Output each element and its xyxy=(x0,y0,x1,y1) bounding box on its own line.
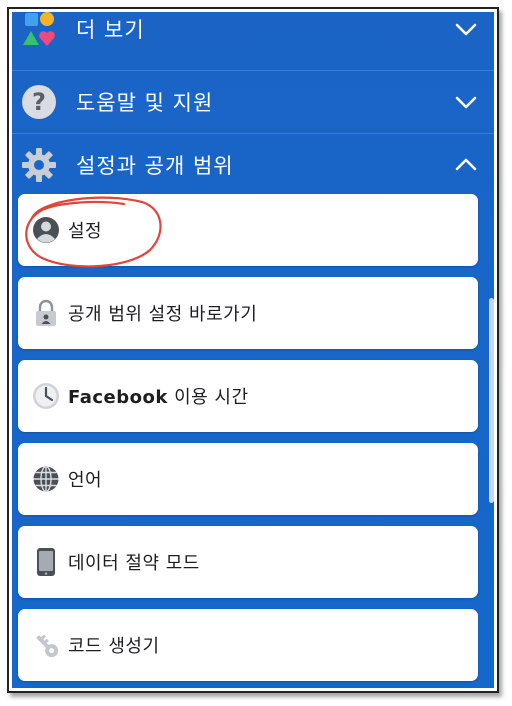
lock-icon xyxy=(36,299,56,326)
menu-item-label: 데이터 절약 모드 xyxy=(68,553,200,574)
globe-icon xyxy=(33,465,59,493)
apps-shapes-icon xyxy=(23,12,55,46)
menu-item-data-saver[interactable]: 데이터 절약 모드 xyxy=(18,526,478,598)
menu-item-language[interactable]: 언어 xyxy=(18,443,478,515)
menu-item-code-generator[interactable]: 코드 생성기 xyxy=(18,609,478,681)
section-more[interactable]: 더 보기 xyxy=(12,12,494,60)
phone-icon xyxy=(37,548,55,576)
facebook-menu-screen: 더 보기 ? 도움말 및 지원 설정과 공개 범위 설정 공개 범위 설정 바로… xyxy=(12,12,494,688)
chevron-up-icon[interactable] xyxy=(454,153,478,177)
menu-item-label: 공개 범위 설정 바로가기 xyxy=(68,304,258,325)
chevron-down-icon[interactable] xyxy=(454,90,478,114)
menu-item-settings[interactable]: 설정 xyxy=(18,194,478,266)
section-more-label: 더 보기 xyxy=(76,18,145,42)
menu-item-label: Facebook 이용 시간 xyxy=(68,383,249,409)
menu-item-facebook-time[interactable]: Facebook 이용 시간 xyxy=(18,360,478,432)
question-icon: ? xyxy=(22,85,56,119)
section-settings-label: 설정과 공개 범위 xyxy=(76,154,234,178)
scrollbar[interactable] xyxy=(489,298,494,503)
key-icon xyxy=(36,634,59,658)
section-help[interactable]: ? 도움말 및 지원 xyxy=(12,70,494,133)
clock-icon xyxy=(33,383,59,409)
section-help-label: 도움말 및 지원 xyxy=(76,91,214,115)
svg-text:?: ? xyxy=(32,88,46,116)
menu-item-label: 언어 xyxy=(68,470,103,491)
usage-time-text: 이용 시간 xyxy=(167,387,249,408)
menu-item-label: 코드 생성기 xyxy=(68,636,160,657)
profile-icon xyxy=(33,217,59,243)
gear-icon xyxy=(22,148,56,182)
screenshot-frame: 더 보기 ? 도움말 및 지원 설정과 공개 범위 설정 공개 범위 설정 바로… xyxy=(7,7,499,693)
section-settings-privacy[interactable]: 설정과 공개 범위 xyxy=(12,133,494,196)
chevron-down-icon[interactable] xyxy=(454,17,478,41)
menu-item-privacy-shortcuts[interactable]: 공개 범위 설정 바로가기 xyxy=(18,277,478,349)
facebook-brand-text: Facebook xyxy=(68,387,168,408)
menu-item-label: 설정 xyxy=(68,221,103,242)
